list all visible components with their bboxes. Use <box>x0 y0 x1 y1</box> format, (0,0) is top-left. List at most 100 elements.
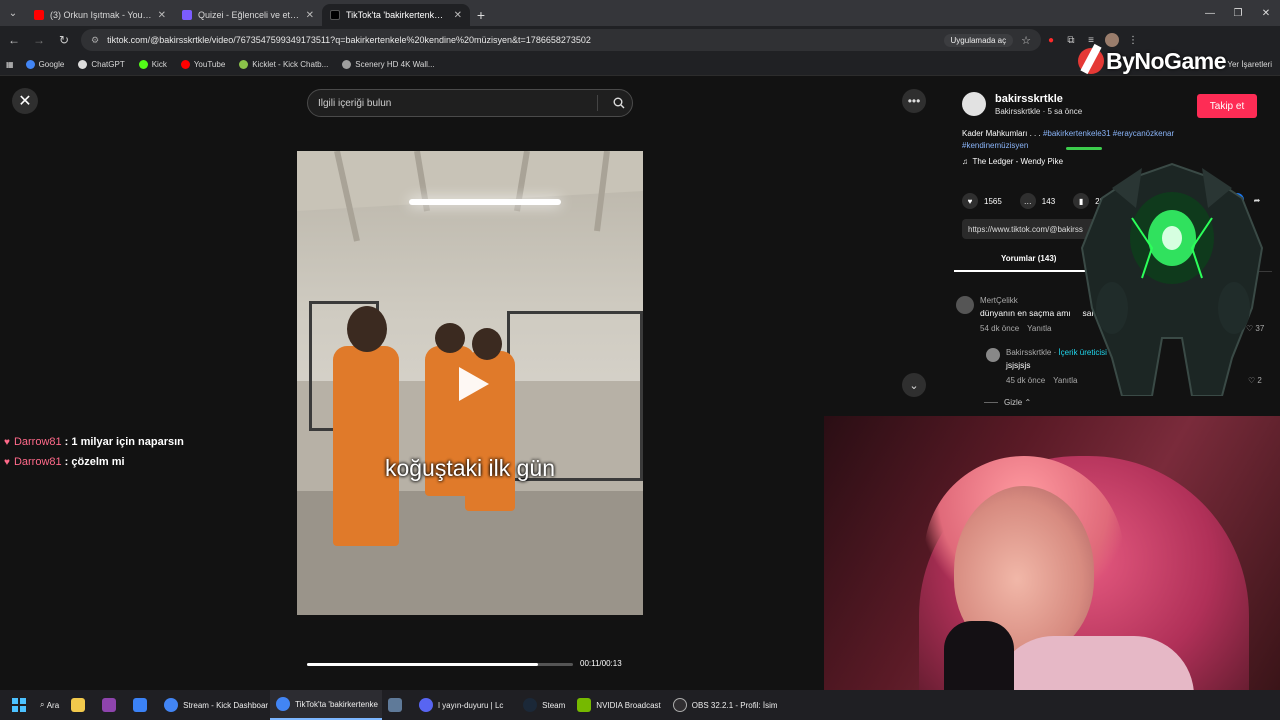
extension-record-icon[interactable]: ● <box>1041 30 1061 50</box>
search-icon[interactable] <box>606 97 632 109</box>
back-button[interactable]: ← <box>3 29 25 51</box>
taskbar-app-pinned[interactable] <box>96 690 127 720</box>
bookmark-star-icon[interactable]: ☆ <box>1021 34 1031 47</box>
close-icon[interactable]: ✕ <box>306 10 314 21</box>
taskbar-item-obs[interactable]: OBS 32.2.1 - Profil: İsims <box>667 690 777 720</box>
more-options-button[interactable]: ••• <box>902 89 926 113</box>
author-avatar[interactable] <box>962 92 986 116</box>
chat-message: ♥ Darrow81 : 1 milyar için naparsın <box>4 436 184 448</box>
play-icon[interactable] <box>455 365 491 403</box>
chat-text: çözelm mi <box>71 456 125 468</box>
browser-tab-tiktok[interactable]: TikTok'ta 'bakirkertenkele kendi ✕ <box>322 4 470 26</box>
taskbar-item-steam[interactable]: Steam <box>517 690 571 720</box>
close-window-button[interactable]: ✕ <box>1252 0 1280 26</box>
related-search-box[interactable] <box>307 89 633 117</box>
taskbar-search[interactable]: ⌕ Ara <box>34 690 65 720</box>
heart-icon: ♥ <box>962 193 978 209</box>
google-icon <box>25 60 35 69</box>
steam-icon <box>523 698 538 712</box>
chat-username: Darrow81 <box>13 456 62 468</box>
hide-replies-button[interactable]: Gizle ⌃ <box>984 398 1031 407</box>
taskbar-item-discord[interactable]: l yayın-duyuru | Lc <box>413 690 517 720</box>
streamer-shirt <box>994 636 1194 690</box>
browser-tab-strip: ⌄ (3) Orkun Işıtmak - YouTube ✕ Quizei -… <box>0 0 1280 26</box>
reload-button[interactable]: ↻ <box>53 29 75 51</box>
minimize-button[interactable]: — <box>1196 0 1224 26</box>
screen: ⌄ (3) Orkun Işıtmak - YouTube ✕ Quizei -… <box>0 0 1280 720</box>
video-player[interactable]: koğuştaki ilk gün <box>297 151 643 615</box>
app-icon <box>133 698 148 712</box>
commenter-avatar[interactable] <box>956 296 974 314</box>
bookmark-scenery[interactable]: Scenery HD 4K Wall... <box>342 60 435 69</box>
bookmark-chatgpt[interactable]: ChatGPT <box>78 60 125 69</box>
comment-stat[interactable]: … 143 <box>1019 193 1056 209</box>
creator-avatar[interactable] <box>986 348 1000 362</box>
open-in-app-button[interactable]: Uygulamada aç <box>943 33 1014 47</box>
music-row[interactable]: ♫ The Ledger - Wendy Pike <box>962 157 1063 166</box>
next-video-button[interactable]: ⌄ <box>902 373 926 397</box>
taskbar-item-nvidia[interactable]: NVIDIA Broadcast <box>571 690 666 720</box>
close-icon: ✕ <box>18 93 32 110</box>
close-video-button[interactable]: ✕ <box>12 88 38 114</box>
taskbar-app-pinned-2[interactable] <box>127 690 158 720</box>
plus-icon: + <box>476 7 486 23</box>
author-row: bakirsskrtkle Bakirsskrtkle · 5 sa önce <box>962 92 1082 116</box>
hashtag-links[interactable]: #bakirkertenkele31 #eraycanözkenar <box>1043 129 1174 138</box>
bookmark-youtube[interactable]: YouTube <box>180 60 225 69</box>
all-bookmarks-link[interactable]: Yer İşaretleri <box>1227 60 1272 69</box>
like-stat[interactable]: ♥ 1565 <box>962 193 1002 209</box>
browser-tab-quizei[interactable]: Quizei - Eğlenceli ve etkileşimli ✕ <box>174 4 322 26</box>
hashtag-link[interactable]: #kendinemüzisyen <box>962 141 1028 150</box>
taskbar-label: l yayın-duyuru | Lc <box>438 700 504 710</box>
follow-button[interactable]: Takip et <box>1197 94 1257 118</box>
close-icon[interactable]: ✕ <box>158 10 166 21</box>
webcam-overlay <box>824 416 1280 690</box>
taskbar-label: Stream - Kick Dashboar <box>183 700 269 710</box>
bookmark-google[interactable]: Google <box>25 60 65 69</box>
address-bar[interactable]: ⚙ tiktok.com/@bakirsskrtkle/video/767354… <box>81 29 1041 51</box>
comment-text-start: dünyanın en saçma amı <box>980 308 1071 318</box>
tab-comments[interactable]: Yorumlar (143) <box>1001 254 1056 263</box>
bookmark-label: Google <box>38 60 65 69</box>
taskbar-file-explorer[interactable] <box>65 690 96 720</box>
chevron-down-icon: ⌄ <box>8 7 18 19</box>
forward-button[interactable]: → <box>28 29 50 51</box>
settings-icon <box>388 698 403 712</box>
reply-time: 45 dk önce <box>1006 376 1046 385</box>
hide-label: Gizle <box>1004 398 1023 407</box>
windows-start-icon[interactable] <box>12 698 26 712</box>
tab-search-menu[interactable]: ⌄ <box>0 0 26 26</box>
person-middle-head <box>435 323 465 353</box>
video-time: 00:11/00:13 <box>580 659 622 668</box>
video-progress-bar[interactable] <box>307 663 573 666</box>
browser-tab-youtube[interactable]: (3) Orkun Işıtmak - YouTube ✕ <box>26 4 174 26</box>
person-left <box>333 346 399 546</box>
apps-grid-icon[interactable]: ▦ <box>6 60 14 69</box>
bookmark-kick[interactable]: Kick <box>138 60 167 69</box>
site-info-icon[interactable]: ⚙ <box>91 35 99 46</box>
search-input[interactable] <box>318 97 589 109</box>
new-tab-button[interactable]: + <box>470 4 492 26</box>
close-icon[interactable]: ✕ <box>454 10 462 21</box>
taskbar-item-kick-dashboard[interactable]: Stream - Kick Dashboar <box>158 690 270 720</box>
music-note-icon: ♫ <box>962 157 968 166</box>
chat-text: 1 milyar için naparsın <box>71 436 184 448</box>
author-username[interactable]: bakirsskrtkle <box>995 93 1082 105</box>
maximize-button[interactable]: ❐ <box>1224 0 1252 26</box>
tab-title: (3) Orkun Işıtmak - YouTube <box>50 10 152 20</box>
comment-count: 143 <box>1041 196 1056 206</box>
taskbar-item-tiktok[interactable]: TikTok'ta 'bakirkertenke <box>270 690 383 720</box>
url-text[interactable]: tiktok.com/@bakirsskrtkle/video/76735475… <box>107 35 943 45</box>
taskbar-app-gear[interactable] <box>382 690 413 720</box>
reply-username[interactable]: Bakirsskrtkle <box>1006 348 1051 357</box>
bookmark-label: ChatGPT <box>91 60 125 69</box>
app-icon <box>102 698 117 712</box>
comment-username[interactable]: MertÇelikk <box>980 296 1018 305</box>
arrow-left-icon: ← <box>8 33 20 47</box>
scenery-icon <box>342 60 352 69</box>
discord-icon <box>419 698 434 712</box>
heart-badge-icon: ♥ <box>4 436 10 448</box>
bookmark-kicklet[interactable]: Kicklet - Kick Chatb... <box>239 60 328 69</box>
taskbar-label: TikTok'ta 'bakirkertenke <box>295 699 378 709</box>
reply-button[interactable]: Yanıtla <box>1027 324 1051 333</box>
